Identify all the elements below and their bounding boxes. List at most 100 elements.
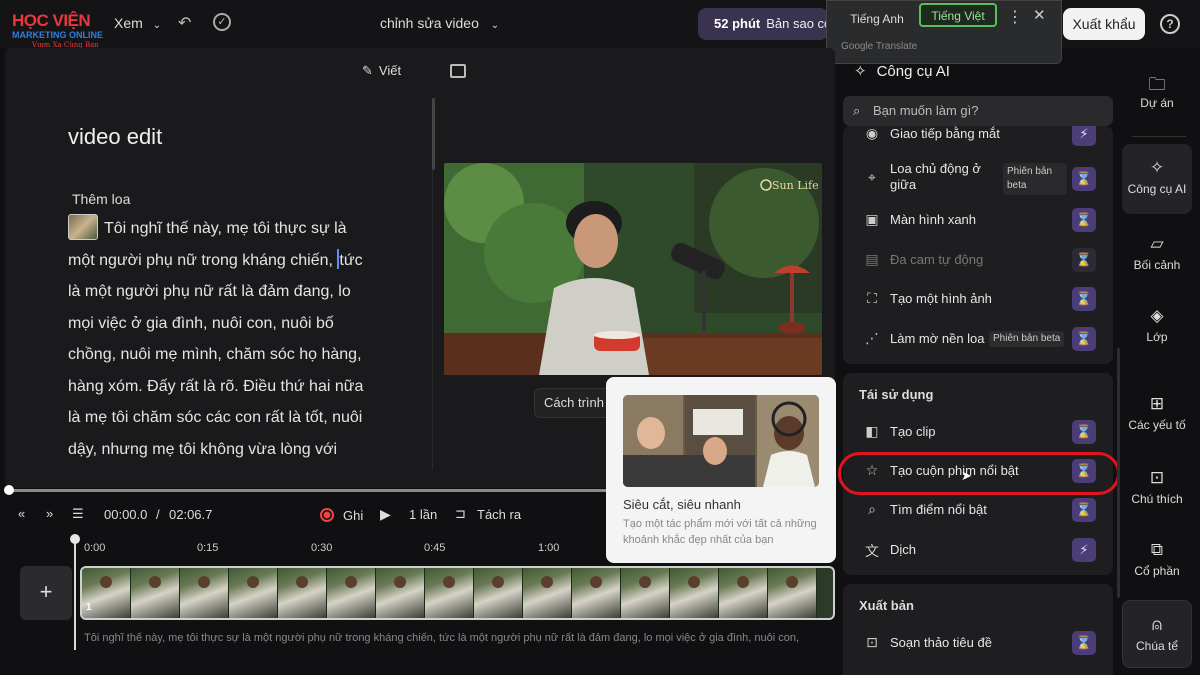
nav-label: Chúa tể: [1135, 639, 1179, 653]
play-icon[interactable]: ▶: [380, 506, 391, 523]
nav-ai-tools[interactable]: ✧ Công cụ AI: [1122, 144, 1192, 214]
time-separator: /: [156, 507, 160, 522]
feature-tooltip: Siêu cắt, siêu nhanh Tạo một tác phẩm mớ…: [606, 377, 836, 563]
tool-find-highlights[interactable]: ⌕ Tìm điểm nổi bật ⌛: [843, 491, 1113, 529]
scrub-bar[interactable]: [10, 489, 606, 492]
speaker-thumbnail[interactable]: [68, 214, 98, 240]
tool-label: Tạo clip: [890, 424, 936, 439]
nav-captions[interactable]: ⊡ Chú thích: [1122, 468, 1192, 506]
elements-icon: ⊞: [1149, 394, 1165, 413]
publish-title: Xuất bản: [859, 598, 914, 613]
ruler-tick-label: 1:00: [538, 542, 560, 554]
write-button[interactable]: ✎ Viết: [362, 63, 401, 79]
playhead[interactable]: [74, 538, 76, 650]
tool-label: Dịch: [890, 542, 917, 557]
clip-icon: ◧: [865, 423, 879, 439]
ai-search-placeholder: Bạn muốn làm gì?: [873, 103, 979, 118]
search-icon: ⌕: [853, 103, 861, 118]
duration-value: 52 phút: [714, 16, 761, 31]
hourglass-icon: ⌛: [1072, 420, 1096, 444]
chevron-down-icon: ⌄: [490, 20, 500, 31]
tool-label: Tìm điểm nổi bật: [890, 502, 987, 517]
help-icon[interactable]: ?: [1160, 14, 1180, 34]
check-circle-icon[interactable]: ✓: [213, 13, 231, 31]
tool-active-speaker[interactable]: ⌖ Loa chủ động ở giữa Phiên bản beta ⌛: [843, 157, 1113, 201]
document-title[interactable]: chỉnh sửa video ⌄: [380, 15, 499, 31]
add-clip-button[interactable]: +: [20, 566, 72, 620]
translate-popup: Tiếng Anh Tiếng Việt ⋮ ✕ Google Translat…: [826, 0, 1062, 64]
view-menu-label: Xem: [114, 15, 143, 31]
nav-layers[interactable]: ◈ Lớp: [1122, 306, 1192, 344]
skip-forward-icon[interactable]: »: [46, 506, 53, 521]
clip-strip[interactable]: [80, 566, 835, 620]
skip-back-icon[interactable]: «: [18, 506, 25, 521]
title-icon: ⊡: [866, 634, 878, 650]
ai-tools-card: ◉ Giao tiếp bằng mắt ⚡ ⌖ Loa chủ động ở giữ…: [843, 126, 1113, 364]
current-time: 00:00.0: [104, 507, 148, 522]
highlight-annotation-ring: [838, 452, 1120, 495]
transcript-text[interactable]: Tôi nghĩ thế này, mẹ tôi thực sự là một …: [68, 213, 373, 465]
nav-stock[interactable]: ⧉ Cổ phần: [1122, 540, 1192, 578]
split-label[interactable]: Tách ra: [477, 507, 521, 522]
ruler-tick-label: 0:45: [424, 542, 446, 554]
more-options-icon[interactable]: ⋮: [1007, 7, 1023, 27]
expand-icon[interactable]: [450, 64, 466, 78]
hourglass-icon: ⌛: [1072, 498, 1096, 522]
sparkle-icon: ✧: [854, 63, 867, 80]
nav-label: Công cụ AI: [1127, 182, 1187, 196]
ai-panel-scrollbar[interactable]: [1117, 348, 1120, 598]
loop-label[interactable]: 1 lần: [409, 507, 437, 522]
write-label: Viết: [378, 63, 402, 78]
record-icon[interactable]: [320, 508, 334, 522]
tool-label: Tạo một hình ảnh: [890, 291, 992, 306]
undo-icon[interactable]: ↶: [178, 13, 191, 33]
clip-index: 1: [86, 602, 92, 613]
hourglass-icon: ⌛: [1072, 208, 1096, 232]
tool-generate-image[interactable]: ⛶ Tạo một hình ảnh ⌛: [843, 280, 1113, 318]
nav-lord[interactable]: ⍝ Chúa tể: [1122, 600, 1192, 668]
view-menu[interactable]: Xem ⌄: [114, 15, 161, 31]
green-screen-icon: ▣: [865, 211, 879, 227]
tool-blur-background[interactable]: ⋰ Làm mờ nền loa Phiên bản beta ⌛: [843, 320, 1113, 358]
ruler-tick-label: 0:00: [84, 542, 106, 554]
duration-pill[interactable]: 52 phút Bản sao công: [698, 8, 828, 40]
record-label[interactable]: Ghi: [343, 508, 363, 523]
playhead-handle[interactable]: [70, 534, 80, 544]
pane-divider: [432, 170, 433, 470]
export-button[interactable]: Xuất khẩu: [1063, 8, 1145, 40]
tool-draft-title[interactable]: ⊡ Soạn thảo tiêu đề ⌛: [843, 624, 1113, 662]
logo-line-2: MARKETING ONLINE: [12, 30, 103, 40]
translate-target-lang[interactable]: Tiếng Việt: [919, 3, 997, 27]
page-title[interactable]: video edit: [68, 124, 162, 150]
lightning-icon: ⚡: [1072, 538, 1096, 562]
chapters-icon[interactable]: ☰: [72, 506, 84, 522]
tool-eye-contact[interactable]: ◉ Giao tiếp bằng mắt ⚡: [843, 126, 1113, 153]
tool-auto-multicam[interactable]: ▤ Đa cam tự động ⌛: [843, 241, 1113, 279]
pane-resize-handle[interactable]: [432, 98, 435, 170]
translate-source-lang[interactable]: Tiếng Anh: [839, 7, 915, 31]
nav-label: Dự án: [1140, 96, 1174, 110]
hourglass-icon: ⌛: [1072, 248, 1096, 272]
tool-translate[interactable]: 文 Dịch ⚡: [843, 531, 1113, 569]
nav-scenes[interactable]: ▱ Bối cảnh: [1122, 234, 1192, 272]
video-frame-illustration: [444, 163, 822, 375]
video-preview[interactable]: Sun Life: [444, 163, 822, 375]
tool-green-screen[interactable]: ▣ Màn hình xanh ⌛: [843, 201, 1113, 239]
layers-icon: ◈: [1150, 306, 1164, 325]
nav-projects[interactable]: 🗀 Dự án: [1122, 72, 1192, 122]
transcript-part-1: Tôi nghĩ thế này, mẹ tôi thực sự là một …: [68, 220, 347, 269]
tool-create-clip[interactable]: ◧ Tạo clip ⌛: [843, 413, 1113, 451]
lightning-icon: ⚡: [1072, 126, 1096, 146]
caption-track[interactable]: Tôi nghĩ thế này, mẹ tôi thực sự là một …: [84, 632, 836, 644]
nav-label: Các yếu tố: [1128, 418, 1186, 432]
close-icon[interactable]: ✕: [1033, 6, 1046, 24]
speaker-label[interactable]: Thêm loa: [72, 191, 130, 207]
logo-line-1: HỌC VIỆN: [12, 11, 91, 30]
scrub-handle[interactable]: [4, 485, 14, 495]
ai-search-input[interactable]: ⌕ Bạn muốn làm gì?: [843, 96, 1113, 126]
robot-icon: ⍝: [1151, 615, 1163, 634]
nav-elements[interactable]: ⊞ Các yếu tố: [1122, 394, 1192, 432]
split-icon[interactable]: ⊐: [455, 506, 466, 522]
tool-label: Soạn thảo tiêu đề: [890, 635, 992, 650]
ruler-tick-label: 0:15: [197, 542, 219, 554]
